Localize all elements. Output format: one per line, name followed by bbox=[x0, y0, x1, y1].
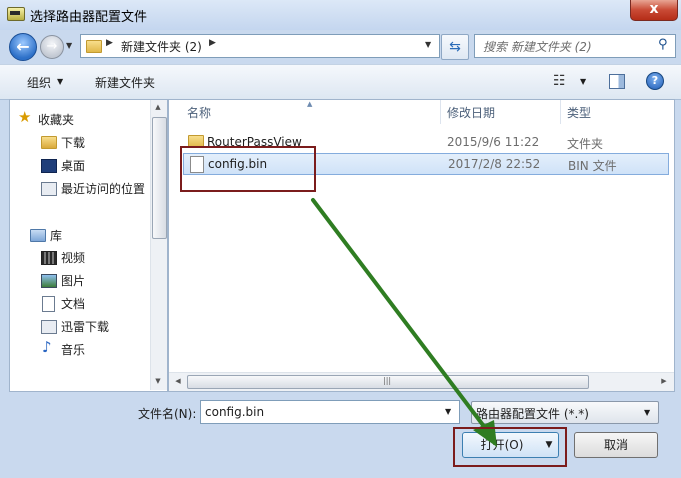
annotation-arrow bbox=[311, 198, 497, 447]
file-open-dialog: 选择路由器配置文件 x ← → ▼ ▶ 新建文件夹 (2) ▶ ▼ ⇆ 搜索 新… bbox=[0, 0, 681, 478]
highlight-box-open-button bbox=[453, 427, 567, 467]
highlight-box-config-file bbox=[180, 146, 316, 192]
